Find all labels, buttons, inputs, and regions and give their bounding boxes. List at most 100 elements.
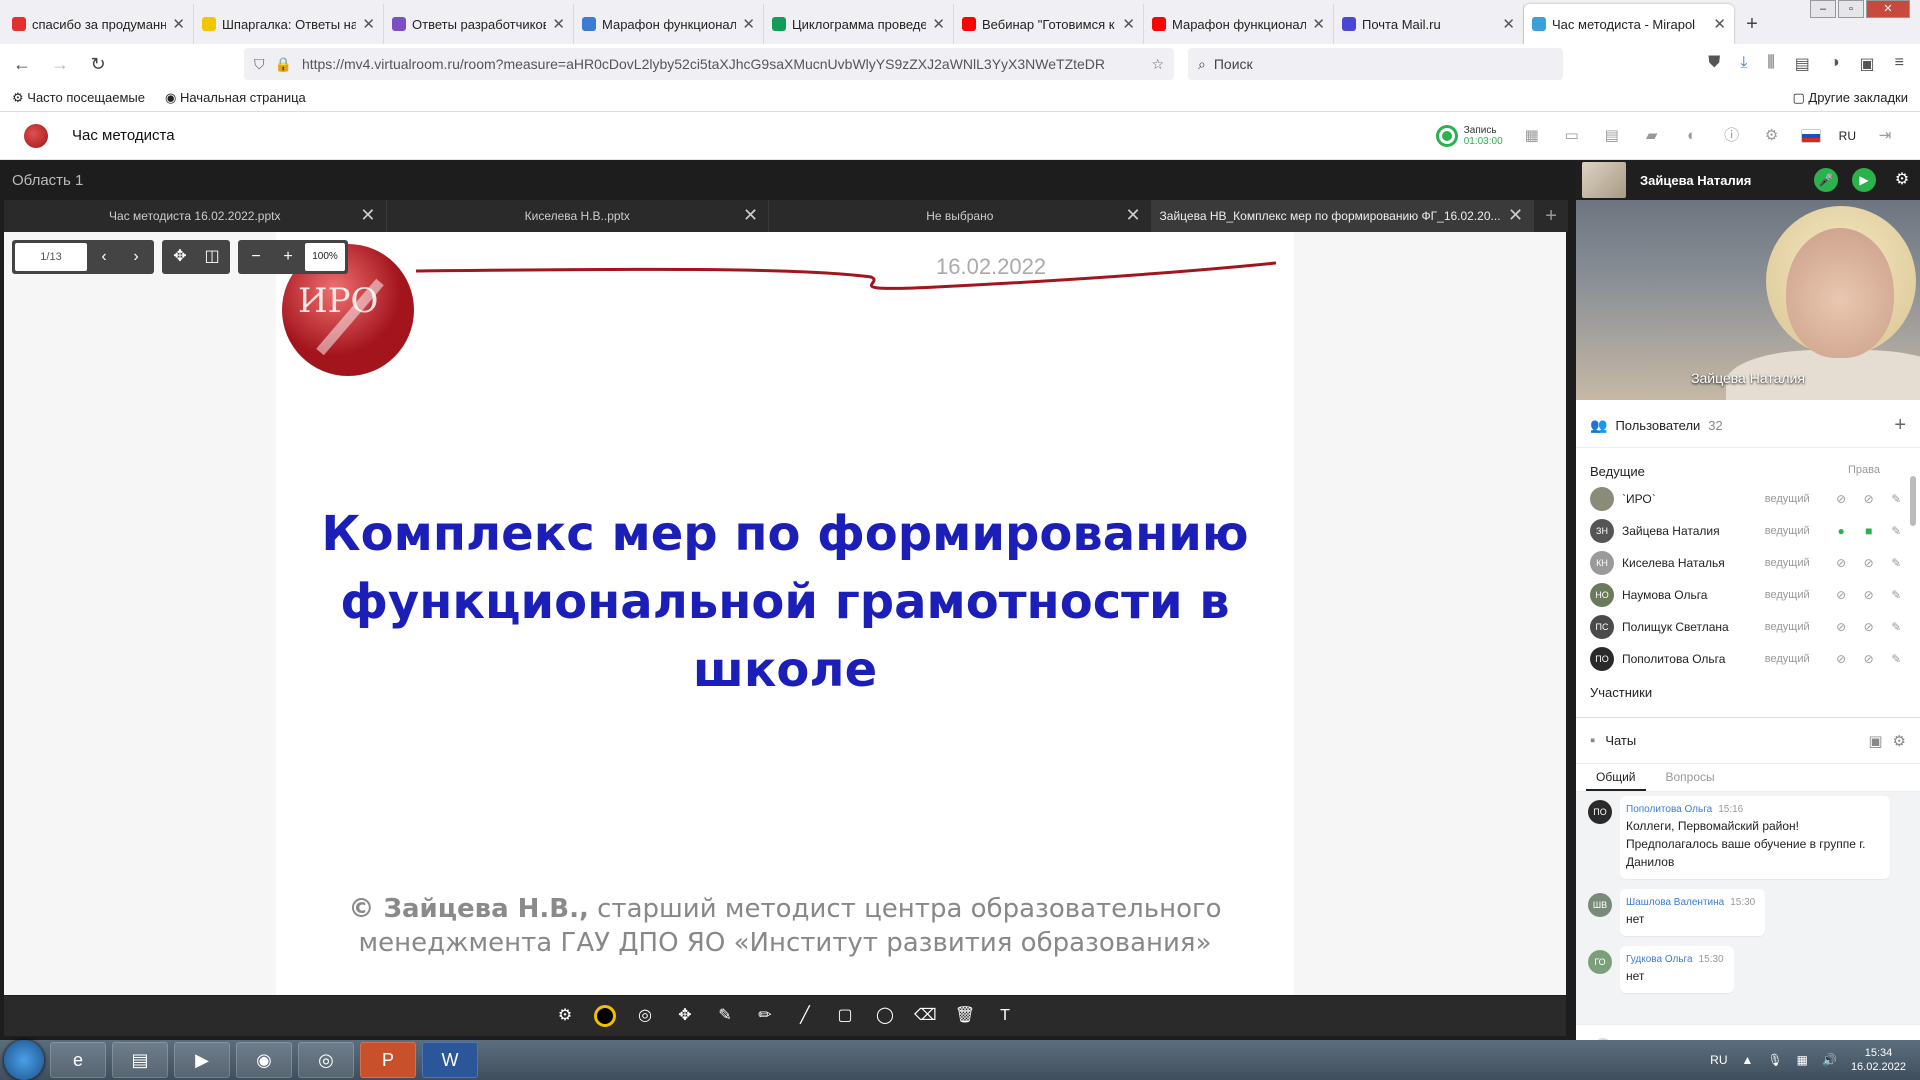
text-tool-icon[interactable]: T [994,1005,1016,1027]
close-tab-icon[interactable]: ✕ [1122,15,1135,33]
zoom-in-icon[interactable]: + [273,243,303,271]
bookmark-other[interactable]: ▢ Другие закладки [1792,90,1908,106]
addon-icon[interactable]: ▣ [1860,54,1875,74]
user-board-icon[interactable]: ✎ [1886,556,1906,570]
user-camera-icon[interactable]: ⊘ [1859,492,1879,506]
user-row[interactable]: `ИРО` ведущий ⊘ ⊘ ✎ [1576,483,1920,515]
close-icon[interactable]: ✕ [1125,205,1140,226]
user-list-scrollbar[interactable] [1908,456,1918,706]
browser-tab[interactable]: спасибо за продуманную ✕ [4,4,194,44]
camera-icon[interactable]: ▶ [1852,168,1876,192]
sidebar-icon[interactable]: ▤ [1795,54,1810,74]
pencil-icon[interactable]: ✏ [754,1005,776,1027]
user-row[interactable]: ЗН Зайцева Наталия ведущий ● ■ ✎ [1576,515,1920,547]
line-icon[interactable]: ╱ [794,1005,816,1027]
doc-tab-4[interactable]: Зайцева НВ_Комплекс мер по формированию … [1151,200,1535,232]
lock-icon[interactable]: 🔒 [275,56,292,73]
add-tab-icon[interactable]: + [1534,200,1568,232]
brush-icon[interactable]: ✎ [714,1005,736,1027]
tray-language[interactable]: RU [1710,1053,1727,1067]
bookmark-most-visited[interactable]: ⚙ Часто посещаемые [12,90,145,106]
close-tab-icon[interactable]: ✕ [1713,15,1726,33]
close-tab-icon[interactable]: ✕ [1502,15,1515,33]
forward-icon[interactable]: → [48,54,72,75]
rectangle-icon[interactable]: ▢ [834,1005,856,1027]
browser-tab[interactable]: Вебинар "Готовимся к п ✕ [954,4,1144,44]
settings-icon[interactable]: ⚙ [1761,125,1783,147]
prev-page-icon[interactable]: ‹ [89,243,119,271]
extensions-icon[interactable]: ◑ [1830,54,1840,74]
user-board-icon[interactable]: ✎ [1886,620,1906,634]
doc-tab-2[interactable]: Киселева Н.В..pptx ✕ [387,200,770,232]
browser-tab[interactable]: Ответы разработчиков Г ✕ [384,4,574,44]
maximize-icon[interactable]: ▫ [1838,0,1864,18]
user-icon[interactable]: ◐ [1681,125,1703,147]
info-icon[interactable]: ⓘ [1721,125,1743,147]
user-mic-icon[interactable]: ⊘ [1831,588,1851,602]
user-row[interactable]: КН Киселева Наталья ведущий ⊘ ⊘ ✎ [1576,547,1920,579]
zoom-out-icon[interactable]: − [241,243,271,271]
address-bar[interactable]: ⛉ 🔒 https://mv4.virtualroom.ru/room?meas… [244,48,1174,80]
color-picker[interactable] [594,1005,616,1027]
close-icon[interactable]: ✕ [360,205,375,226]
screen-share-icon[interactable]: ▭ [1561,125,1583,147]
new-tab-button[interactable]: + [1734,4,1770,44]
close-tab-icon[interactable]: ✕ [742,15,755,33]
pocket-icon[interactable]: ⛊ [1708,54,1720,74]
media-player-icon[interactable]: ▶ [174,1042,230,1078]
clock[interactable]: 15:34 16.02.2022 [1851,1046,1906,1074]
search-placeholder[interactable]: Поиск [1214,56,1253,72]
browser-tab[interactable]: Почта Mail.ru ✕ [1334,4,1524,44]
user-mic-icon[interactable]: ⊘ [1831,556,1851,570]
user-camera-icon[interactable]: ⊘ [1859,652,1879,666]
powerpoint-icon[interactable]: P [360,1042,416,1078]
chat-export-icon[interactable]: ▣ [1868,732,1882,750]
user-camera-icon[interactable]: ⊘ [1859,556,1879,570]
whiteboard-icon[interactable]: ▤ [1601,125,1623,147]
russian-flag-icon[interactable] [1800,128,1821,143]
user-mic-icon[interactable]: ● [1831,524,1851,538]
chrome-icon[interactable]: ◎ [298,1042,354,1078]
close-icon[interactable]: ✕ [1508,205,1523,226]
url-text[interactable]: https://mv4.virtualroom.ru/room?measure=… [302,56,1142,72]
tray-mic-icon[interactable]: 🎙 [1767,1053,1782,1067]
user-row[interactable]: НО Наумова Ольга ведущий ⊘ ⊘ ✎ [1576,579,1920,611]
reload-icon[interactable]: ↻ [86,54,110,75]
user-row[interactable]: ПО Пополитова Ольга ведущий ⊘ ⊘ ✎ [1576,643,1920,675]
page-input[interactable]: 1/13 [15,243,87,271]
video-feed[interactable]: Зайцева Наталия [1576,200,1920,400]
microphone-icon[interactable]: 🎤 [1814,168,1838,192]
close-tab-icon[interactable]: ✕ [552,15,565,33]
explorer-icon[interactable]: ▤ [112,1042,168,1078]
close-tab-icon[interactable]: ✕ [172,15,185,33]
tray-network-icon[interactable]: ▦ [1797,1053,1808,1067]
next-page-icon[interactable]: › [121,243,151,271]
user-camera-icon[interactable]: ⊘ [1859,620,1879,634]
eraser-icon[interactable]: ⌫ [914,1005,937,1027]
user-board-icon[interactable]: ✎ [1886,588,1906,602]
close-tab-icon[interactable]: ✕ [362,15,375,33]
doc-tab-3[interactable]: Не выбрано ✕ [769,200,1152,232]
fit-page-icon[interactable]: ✥ [165,243,195,271]
close-window-icon[interactable]: ✕ [1866,0,1910,18]
menu-icon[interactable]: ≡ [1895,54,1904,74]
circle-icon[interactable]: ◯ [874,1005,896,1027]
search-box[interactable]: ⌕ Поиск [1188,48,1563,80]
shield-icon[interactable]: ⛉ [254,56,265,73]
close-tab-icon[interactable]: ✕ [1312,15,1325,33]
start-button[interactable] [4,1040,44,1080]
user-board-icon[interactable]: ✎ [1886,652,1906,666]
browser-tab[interactable]: Час методиста - Mirapol ✕ [1524,4,1734,44]
user-board-icon[interactable]: ✎ [1886,524,1906,538]
user-row[interactable]: ПС Полищук Светлана ведущий ⊘ ⊘ ✎ [1576,611,1920,643]
tray-arrow-icon[interactable]: ▲ [1742,1053,1754,1067]
layout-icon[interactable]: ▦ [1521,125,1543,147]
chat-settings-icon[interactable]: ⚙ [1893,732,1906,750]
chat-tab-questions[interactable]: Вопросы [1656,764,1725,791]
user-camera-icon[interactable]: ■ [1859,524,1879,538]
browser-tab[interactable]: Циклограмма проведен ✕ [764,4,954,44]
doc-tab-1[interactable]: Час методиста 16.02.2022.pptx ✕ [4,200,387,232]
add-user-icon[interactable]: + [1894,414,1906,437]
recording-indicator[interactable]: Запись 01:03:00 [1435,124,1503,147]
library-icon[interactable]: ⫼ [1767,54,1774,74]
